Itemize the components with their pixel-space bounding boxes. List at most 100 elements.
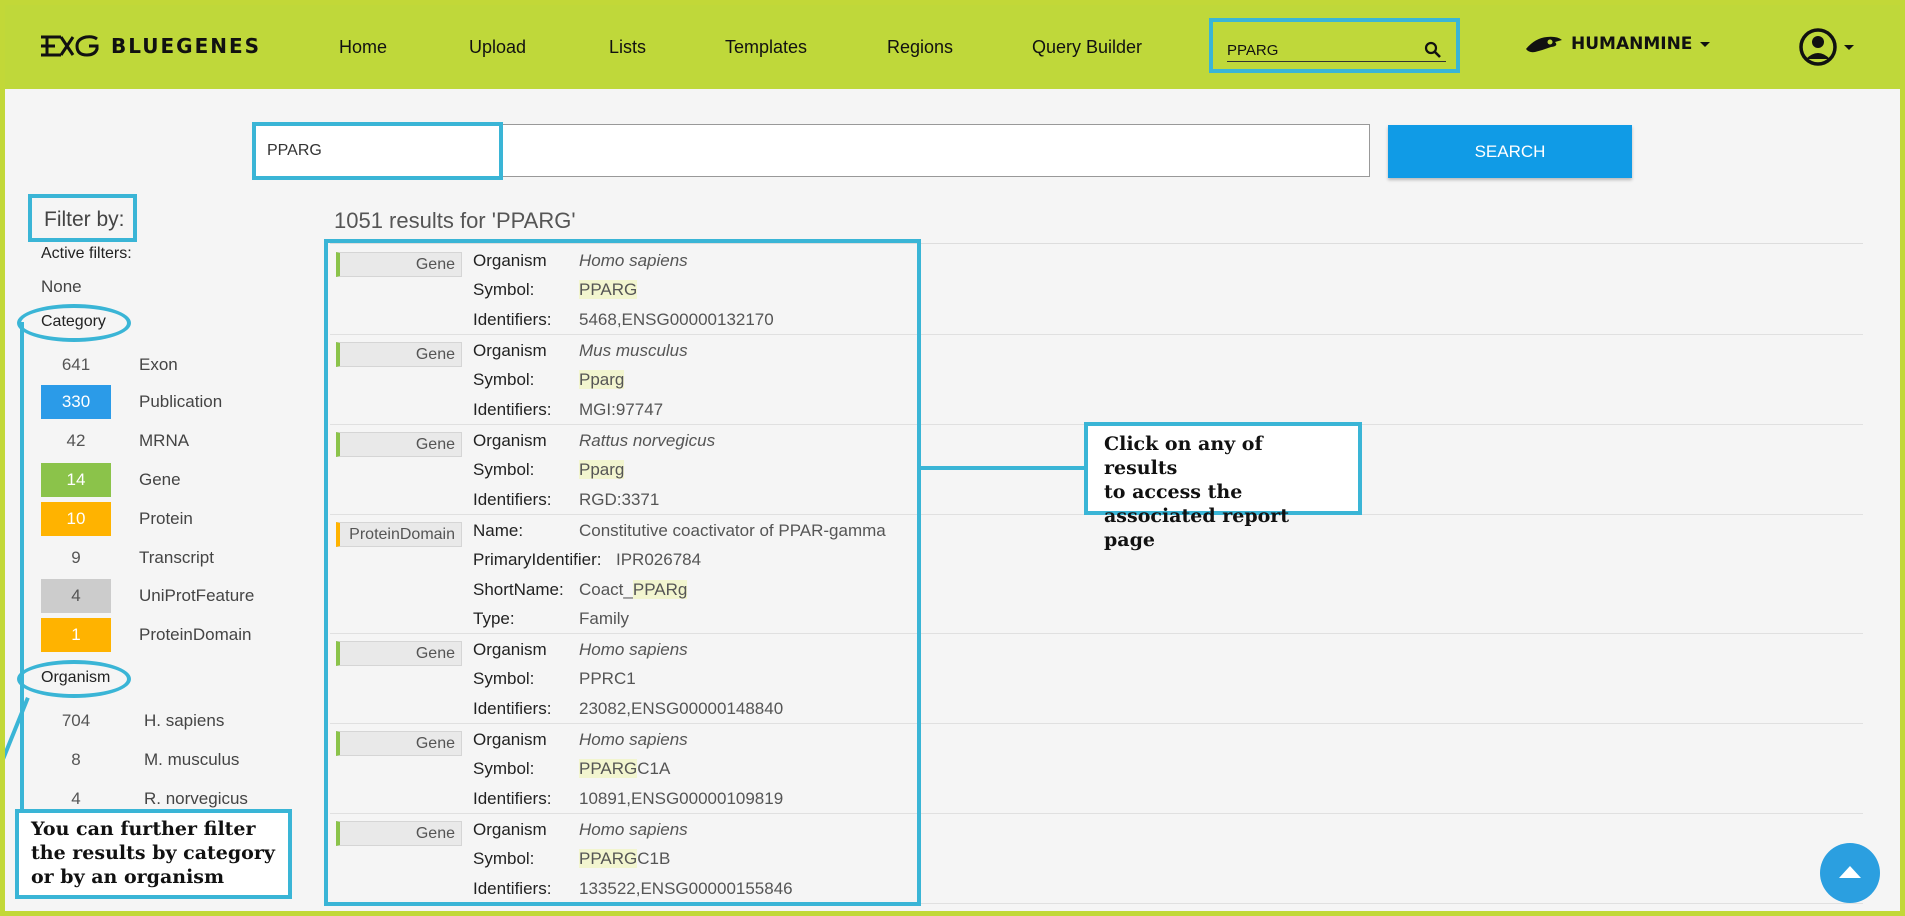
result-field-value: PPARGC1B: [579, 849, 670, 869]
search-button[interactable]: SEARCH: [1388, 125, 1632, 178]
nav-upload[interactable]: Upload: [469, 37, 526, 58]
nav-query-builder[interactable]: Query Builder: [1032, 37, 1142, 58]
top-navbar: BLUEGENES Home Upload Lists Templates Re…: [0, 0, 1905, 89]
result-field-label: Name:: [473, 521, 524, 540]
result-field-label: Symbol:: [473, 669, 535, 688]
search-result-item[interactable]: Gene Organism Homo sapiens Symbol: PPRC1 Iden…: [330, 634, 1863, 724]
mine-selector[interactable]: HUMANMINE: [1525, 34, 1711, 54]
result-field-value: Homo sapiens: [579, 251, 688, 270]
match-highlight: PPARG: [579, 849, 638, 868]
value-prefix: Coact_: [579, 580, 633, 599]
facet-count: 4: [41, 579, 111, 613]
search-result-item[interactable]: ProteinDomain Name: Constitutive coactivat…: [330, 515, 1863, 634]
category-facet-exon[interactable]: 641 Exon: [41, 348, 281, 382]
match-highlight: Pparg: [579, 460, 625, 479]
facet-label: Publication: [139, 392, 223, 411]
nav-regions[interactable]: Regions: [887, 37, 953, 58]
facet-count: 10: [41, 502, 111, 536]
nav-home[interactable]: Home: [339, 37, 387, 58]
active-filters-value: None: [41, 277, 82, 296]
result-field-value: Mus musculus: [579, 341, 688, 360]
scroll-to-top-button[interactable]: [1820, 843, 1880, 903]
facet-label: MRNA: [139, 431, 190, 450]
facet-label: M. musculus: [144, 750, 240, 769]
result-field-label: Symbol:: [473, 849, 535, 868]
facet-label: Gene: [139, 470, 181, 489]
result-field-value: Rattus norvegicus: [579, 431, 716, 450]
match-highlight: Pparg: [579, 370, 625, 389]
chevron-down-icon: [1700, 41, 1711, 47]
results-divider: [330, 243, 1863, 244]
result-field-label: Organism: [473, 820, 547, 839]
result-field-value: Pparg: [579, 460, 625, 480]
result-type-badge: Gene: [336, 731, 462, 756]
result-field-label: Organism: [473, 640, 547, 659]
result-field-label: PrimaryIdentifier:: [473, 550, 602, 569]
match-highlight: PPARG: [579, 759, 638, 778]
category-facet-uniprotfeature[interactable]: 4 UniProtFeature: [41, 579, 281, 613]
result-field-value: Homo sapiens: [579, 730, 688, 749]
organism-facet-item[interactable]: 8 M. musculus: [41, 743, 281, 777]
facet-count: 8: [71, 750, 81, 769]
search-icon[interactable]: [1424, 41, 1442, 59]
brand-logo[interactable]: BLUEGENES: [39, 34, 261, 58]
result-field-value: 133522,ENSG00000155846: [579, 879, 793, 898]
annotation-line: or by an organism: [31, 866, 225, 888]
annotation-connector-category: [20, 322, 24, 810]
result-field-label: Identifiers:: [473, 789, 552, 808]
category-heading: Category: [41, 313, 106, 330]
active-filters-label: Active filters:: [41, 245, 132, 262]
organism-facet-item[interactable]: 704 H. sapiens: [41, 704, 281, 738]
annotation-line: You can further filter: [31, 818, 256, 840]
search-result-item[interactable]: Gene Organism Mus musculus Symbol: Pparg Iden…: [330, 335, 1863, 425]
facet-label: ProteinDomain: [139, 625, 252, 644]
result-field-label: Symbol:: [473, 759, 535, 778]
user-menu[interactable]: [1798, 27, 1854, 67]
search-input-highlight: [252, 122, 503, 180]
nav-search-highlight: PPARG: [1209, 18, 1460, 73]
category-facet-transcript[interactable]: 9 Transcript: [41, 541, 281, 575]
result-type-badge: Gene: [336, 342, 462, 367]
chevron-down-icon: [1844, 44, 1854, 50]
arrow-up-icon: [1839, 866, 1861, 878]
facet-count: 9: [71, 548, 81, 567]
result-field-value: Homo sapiens: [579, 820, 688, 839]
result-field-value: RGD:3371: [579, 490, 660, 509]
result-field-value: Homo sapiens: [579, 640, 688, 659]
match-highlight: PPARG: [579, 280, 638, 299]
category-facet-mrna[interactable]: 42 MRNA: [41, 424, 281, 458]
result-field-value: PPARGC1A: [579, 759, 670, 779]
nav-search-input[interactable]: PPARG: [1227, 40, 1446, 62]
result-field-label: Organism: [473, 730, 547, 749]
result-field-value: Constitutive coactivator of PPAR-gamma: [579, 521, 886, 540]
facet-count: 641: [61, 355, 91, 374]
result-field-label: Organism: [473, 431, 547, 450]
search-result-item[interactable]: Gene Organism Homo sapiens Symbol: PPARGC1B I…: [330, 814, 1863, 904]
nav-search-value: PPARG: [1227, 42, 1279, 59]
category-facet-gene[interactable]: 14 Gene: [41, 463, 281, 497]
nav-lists[interactable]: Lists: [609, 37, 646, 58]
filter-title-highlight: Filter by:: [28, 194, 137, 242]
category-facet-protein[interactable]: 10 Protein: [41, 502, 281, 536]
annotation-connector-results: [921, 466, 1085, 470]
facet-label: H. sapiens: [144, 711, 225, 730]
annotation-line: Click on any of results: [1104, 433, 1263, 479]
result-field-label: Symbol:: [473, 280, 535, 299]
category-facet-proteindomain[interactable]: 1 ProteinDomain: [41, 618, 281, 652]
search-result-item[interactable]: Gene Organism Homo sapiens Symbol: PPARGC1A I…: [330, 724, 1863, 814]
annotation-line: to access the: [1104, 481, 1243, 503]
result-field-label: Identifiers:: [473, 699, 552, 718]
result-type-badge: Gene: [336, 821, 462, 846]
facet-count: 704: [61, 711, 91, 730]
facet-count: 330: [41, 385, 111, 419]
result-field-label: ShortName:: [473, 580, 564, 599]
search-result-item[interactable]: Gene Organism Homo sapiens Symbol: PPARG Iden…: [330, 245, 1863, 335]
nav-templates[interactable]: Templates: [725, 37, 807, 58]
category-facet-publication[interactable]: 330 Publication: [41, 385, 281, 419]
result-field-value: 5468,ENSG00000132170: [579, 310, 774, 329]
result-field-label: Identifiers:: [473, 400, 552, 419]
results-summary: 1051 results for 'PPARG': [334, 208, 576, 233]
facet-label: Protein: [139, 509, 193, 528]
filter-annotation: You can further filter the results by ca…: [15, 809, 292, 899]
facet-label: Exon: [139, 355, 178, 374]
